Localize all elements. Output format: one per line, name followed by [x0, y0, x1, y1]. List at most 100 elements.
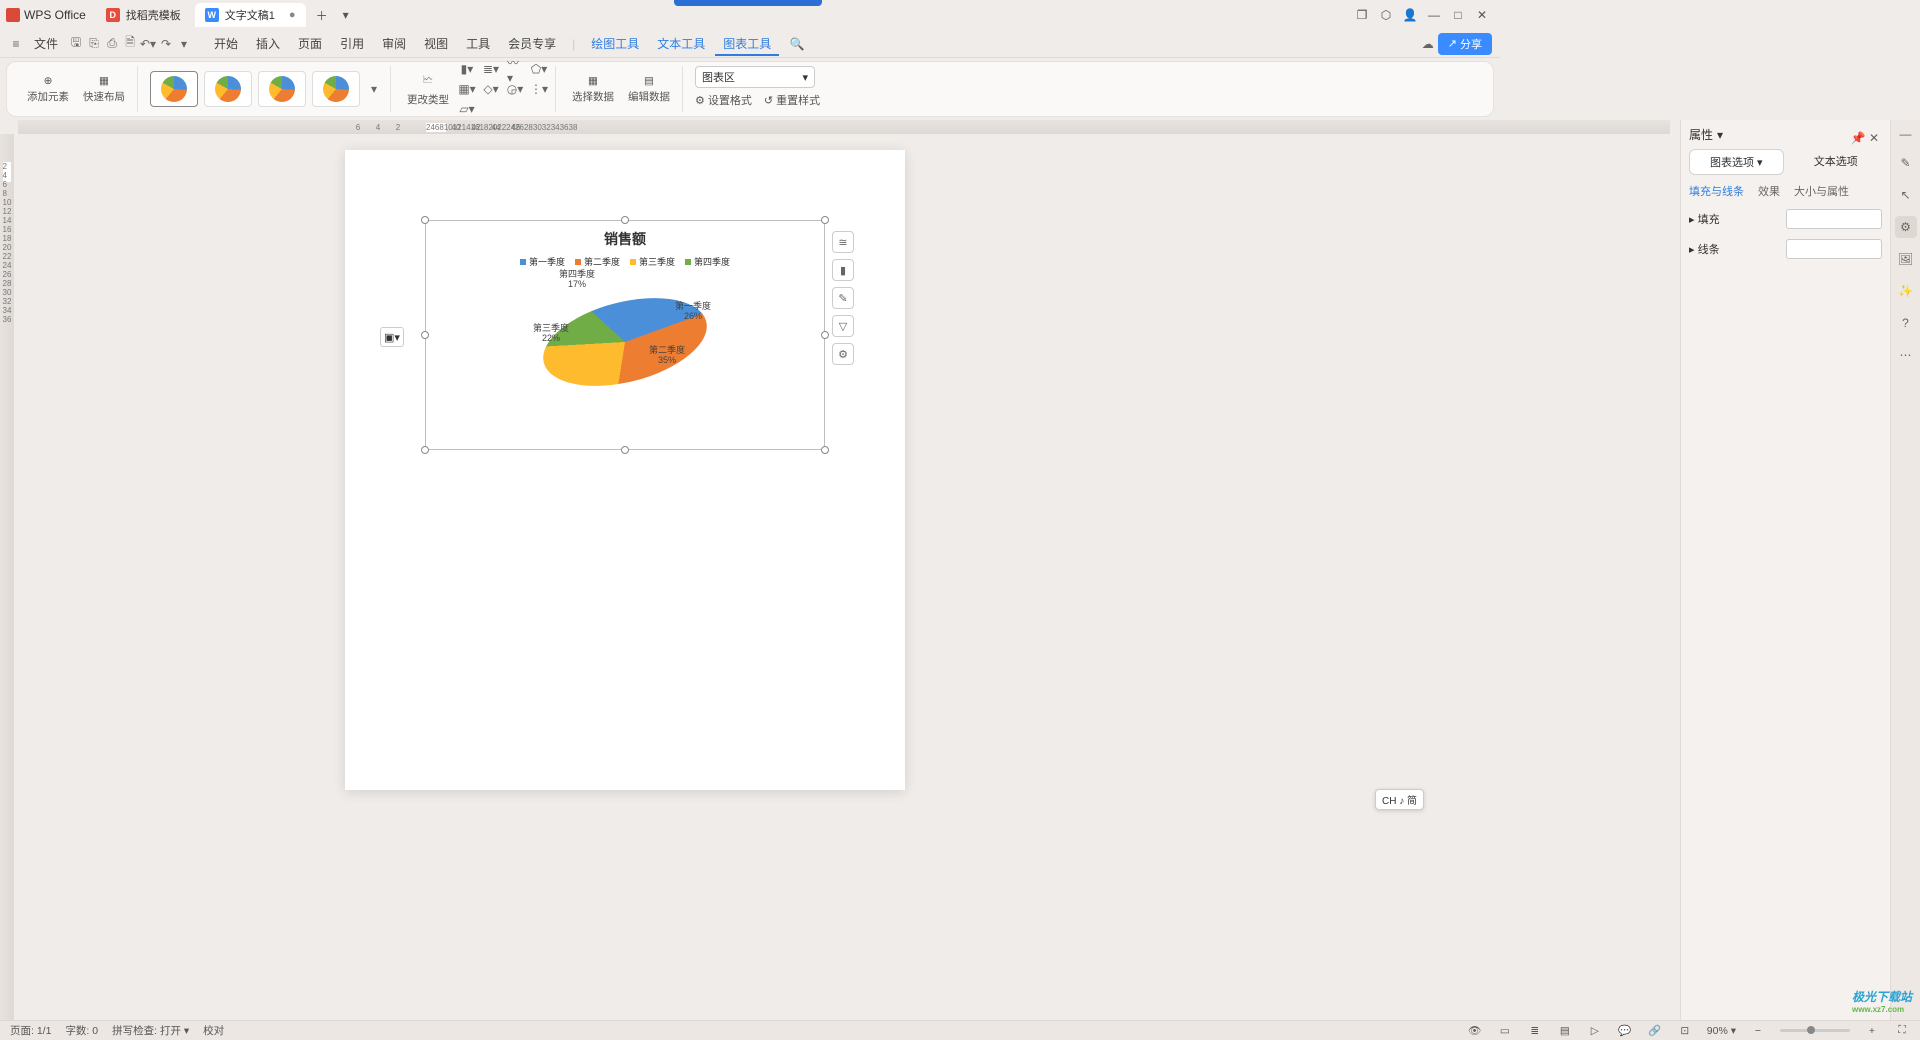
chart-object[interactable]: 销售额 第一季度 第二季度 第三季度 第四季度 第一季度26% 第二季度35% … — [425, 220, 825, 450]
vertical-ruler[interactable]: 24681012141618202224262830323436 — [0, 134, 14, 1020]
cube-icon[interactable]: ⬡ — [1374, 3, 1398, 27]
chart-style-1[interactable] — [150, 71, 198, 107]
multiwindow-icon[interactable]: ❐ — [1350, 3, 1374, 27]
zoom-slider[interactable] — [1780, 1029, 1850, 1032]
eye-icon[interactable]: 👁 — [1467, 1023, 1483, 1039]
line-icon[interactable]: 〰▾ — [507, 61, 523, 77]
chart-settings-icon[interactable]: ⚙ — [832, 343, 854, 365]
fit-icon[interactable]: ⊡ — [1677, 1023, 1693, 1039]
chart-elements-icon[interactable]: ≅ — [832, 231, 854, 253]
status-page[interactable]: 页面: 1/1 — [10, 1023, 51, 1038]
resize-handle[interactable] — [421, 331, 429, 339]
search-icon[interactable]: 🔍 — [789, 36, 805, 52]
link-icon[interactable]: 🔗 — [1647, 1023, 1663, 1039]
indent-icon[interactable]: ≣▾ — [483, 61, 499, 77]
style-more-icon[interactable]: ▾ — [366, 81, 382, 97]
new-tab-button[interactable]: ＋ — [310, 3, 334, 27]
pie-chart[interactable]: 第一季度26% 第二季度35% 第三季度22% 第四季度17% — [535, 282, 715, 422]
resize-handle[interactable] — [421, 446, 429, 454]
status-spellcheck[interactable]: 拼写检查: 打开 ▾ — [112, 1023, 189, 1038]
subtab-size[interactable]: 大小与属性 — [1794, 183, 1849, 199]
tab-text-options[interactable]: 文本选项 — [1790, 149, 1883, 175]
fill-select[interactable] — [1786, 209, 1882, 229]
menu-review[interactable]: 审阅 — [374, 31, 414, 56]
area-icon[interactable]: ▱▾ — [459, 101, 475, 117]
status-words[interactable]: 字数: 0 — [65, 1023, 98, 1038]
minimize-button[interactable]: — — [1422, 3, 1446, 27]
image-tool-icon[interactable]: 🖼 — [1895, 248, 1917, 270]
collapse-pane-icon[interactable]: — — [1898, 126, 1914, 142]
comment-icon[interactable]: 💬 — [1617, 1023, 1633, 1039]
chart-legend[interactable]: 第一季度 第二季度 第三季度 第四季度 — [426, 255, 824, 268]
zoom-out-button[interactable]: − — [1750, 1023, 1766, 1039]
chart-area-select[interactable]: 图表区▾ — [695, 66, 815, 88]
badge-icon[interactable]: ◇▾ — [483, 81, 499, 97]
menu-file[interactable]: 文件 — [26, 31, 66, 56]
status-proof[interactable]: 校对 — [203, 1023, 224, 1038]
fullscreen-icon[interactable]: ⛶ — [1894, 1023, 1910, 1039]
donut-icon[interactable]: ◶▾ — [507, 81, 523, 97]
outline-view-icon[interactable]: ≣ — [1527, 1023, 1543, 1039]
chart-styles-icon[interactable]: ▮ — [832, 259, 854, 281]
export-icon[interactable]: ⎘ — [86, 36, 102, 52]
read-view-icon[interactable]: ▷ — [1587, 1023, 1603, 1039]
chevron-down-icon[interactable]: ▾ — [1717, 128, 1723, 142]
hamburger-icon[interactable]: ≡ — [8, 36, 24, 52]
tab-document[interactable]: W 文字文稿1 ● — [195, 3, 306, 27]
magic-tool-icon[interactable]: ✨ — [1895, 280, 1917, 302]
chart-style-3[interactable] — [258, 71, 306, 107]
chart-title[interactable]: 销售额 — [426, 229, 824, 249]
maximize-button[interactable]: □ — [1446, 3, 1470, 27]
user-avatar-icon[interactable]: 👤 — [1398, 3, 1422, 27]
line-select[interactable] — [1786, 239, 1882, 259]
resize-handle[interactable] — [821, 331, 829, 339]
resize-handle[interactable] — [821, 446, 829, 454]
print-preview-icon[interactable]: 🗎 — [122, 36, 138, 52]
add-element-button[interactable]: ⊕添加元素 — [23, 73, 73, 106]
settings-tool-icon[interactable]: ⚙ — [1895, 216, 1917, 238]
help-icon[interactable]: ? — [1895, 312, 1917, 334]
edit-data-button[interactable]: ▤编辑数据 — [624, 73, 674, 106]
chart-style-4[interactable] — [312, 71, 360, 107]
tab-list-button[interactable]: ▾ — [334, 3, 358, 27]
bar-icon[interactable]: ▮▾ — [459, 61, 475, 77]
tab-close-icon[interactable]: ● — [289, 9, 296, 21]
close-button[interactable]: ✕ — [1470, 3, 1494, 27]
subtab-fill-line[interactable]: 填充与线条 — [1689, 183, 1744, 199]
page-view-icon[interactable]: ▭ — [1497, 1023, 1513, 1039]
menu-insert[interactable]: 插入 — [248, 31, 288, 56]
dropdown-divider-icon[interactable]: ▾ — [176, 36, 192, 52]
menu-start[interactable]: 开始 — [206, 31, 246, 56]
zoom-level[interactable]: 90% ▾ — [1707, 1025, 1736, 1037]
expand-icon[interactable]: ▸ 填充 — [1689, 211, 1720, 227]
menu-texttools[interactable]: 文本工具 — [649, 31, 713, 56]
share-button[interactable]: ↗ 分享 — [1438, 33, 1492, 55]
scatter-icon[interactable]: ⋮▾ — [531, 81, 547, 97]
select-tool-icon[interactable]: ↖ — [1895, 184, 1917, 206]
undo-icon[interactable]: ↶▾ — [140, 36, 156, 52]
menu-tools[interactable]: 工具 — [458, 31, 498, 56]
menu-charttools[interactable]: 图表工具 — [715, 31, 779, 56]
print-icon[interactable]: ⎙ — [104, 36, 120, 52]
reset-style-button[interactable]: ↺ 重置样式 — [764, 92, 820, 108]
zoom-in-button[interactable]: + — [1864, 1023, 1880, 1039]
chart-edit-icon[interactable]: ✎ — [832, 287, 854, 309]
subtab-effect[interactable]: 效果 — [1758, 183, 1780, 199]
pen-tool-icon[interactable]: ✎ — [1895, 152, 1917, 174]
menu-reference[interactable]: 引用 — [332, 31, 372, 56]
redo-icon[interactable]: ↷ — [158, 36, 174, 52]
quick-layout-button[interactable]: ▦快速布局 — [79, 73, 129, 106]
tab-template[interactable]: D 找稻壳模板 — [96, 3, 191, 27]
expand-icon[interactable]: ▸ 线条 — [1689, 241, 1720, 257]
shape-icon[interactable]: ⬠▾ — [531, 61, 547, 77]
table-icon[interactable]: ▦▾ — [459, 81, 475, 97]
cloud-icon[interactable]: ☁ — [1420, 36, 1436, 52]
ime-badge[interactable]: CH ♪ 简 — [1375, 789, 1424, 810]
save-icon[interactable]: 🖫 — [68, 36, 84, 52]
pin-icon[interactable]: 📌 — [1850, 130, 1866, 146]
chart-style-2[interactable] — [204, 71, 252, 107]
chart-filter-icon[interactable]: ▽ — [832, 315, 854, 337]
menu-member[interactable]: 会员专享 — [500, 31, 564, 56]
text-wrap-button[interactable]: ▣▾ — [380, 327, 404, 347]
document-page[interactable]: 销售额 第一季度 第二季度 第三季度 第四季度 第一季度26% 第二季度35% … — [345, 150, 905, 790]
